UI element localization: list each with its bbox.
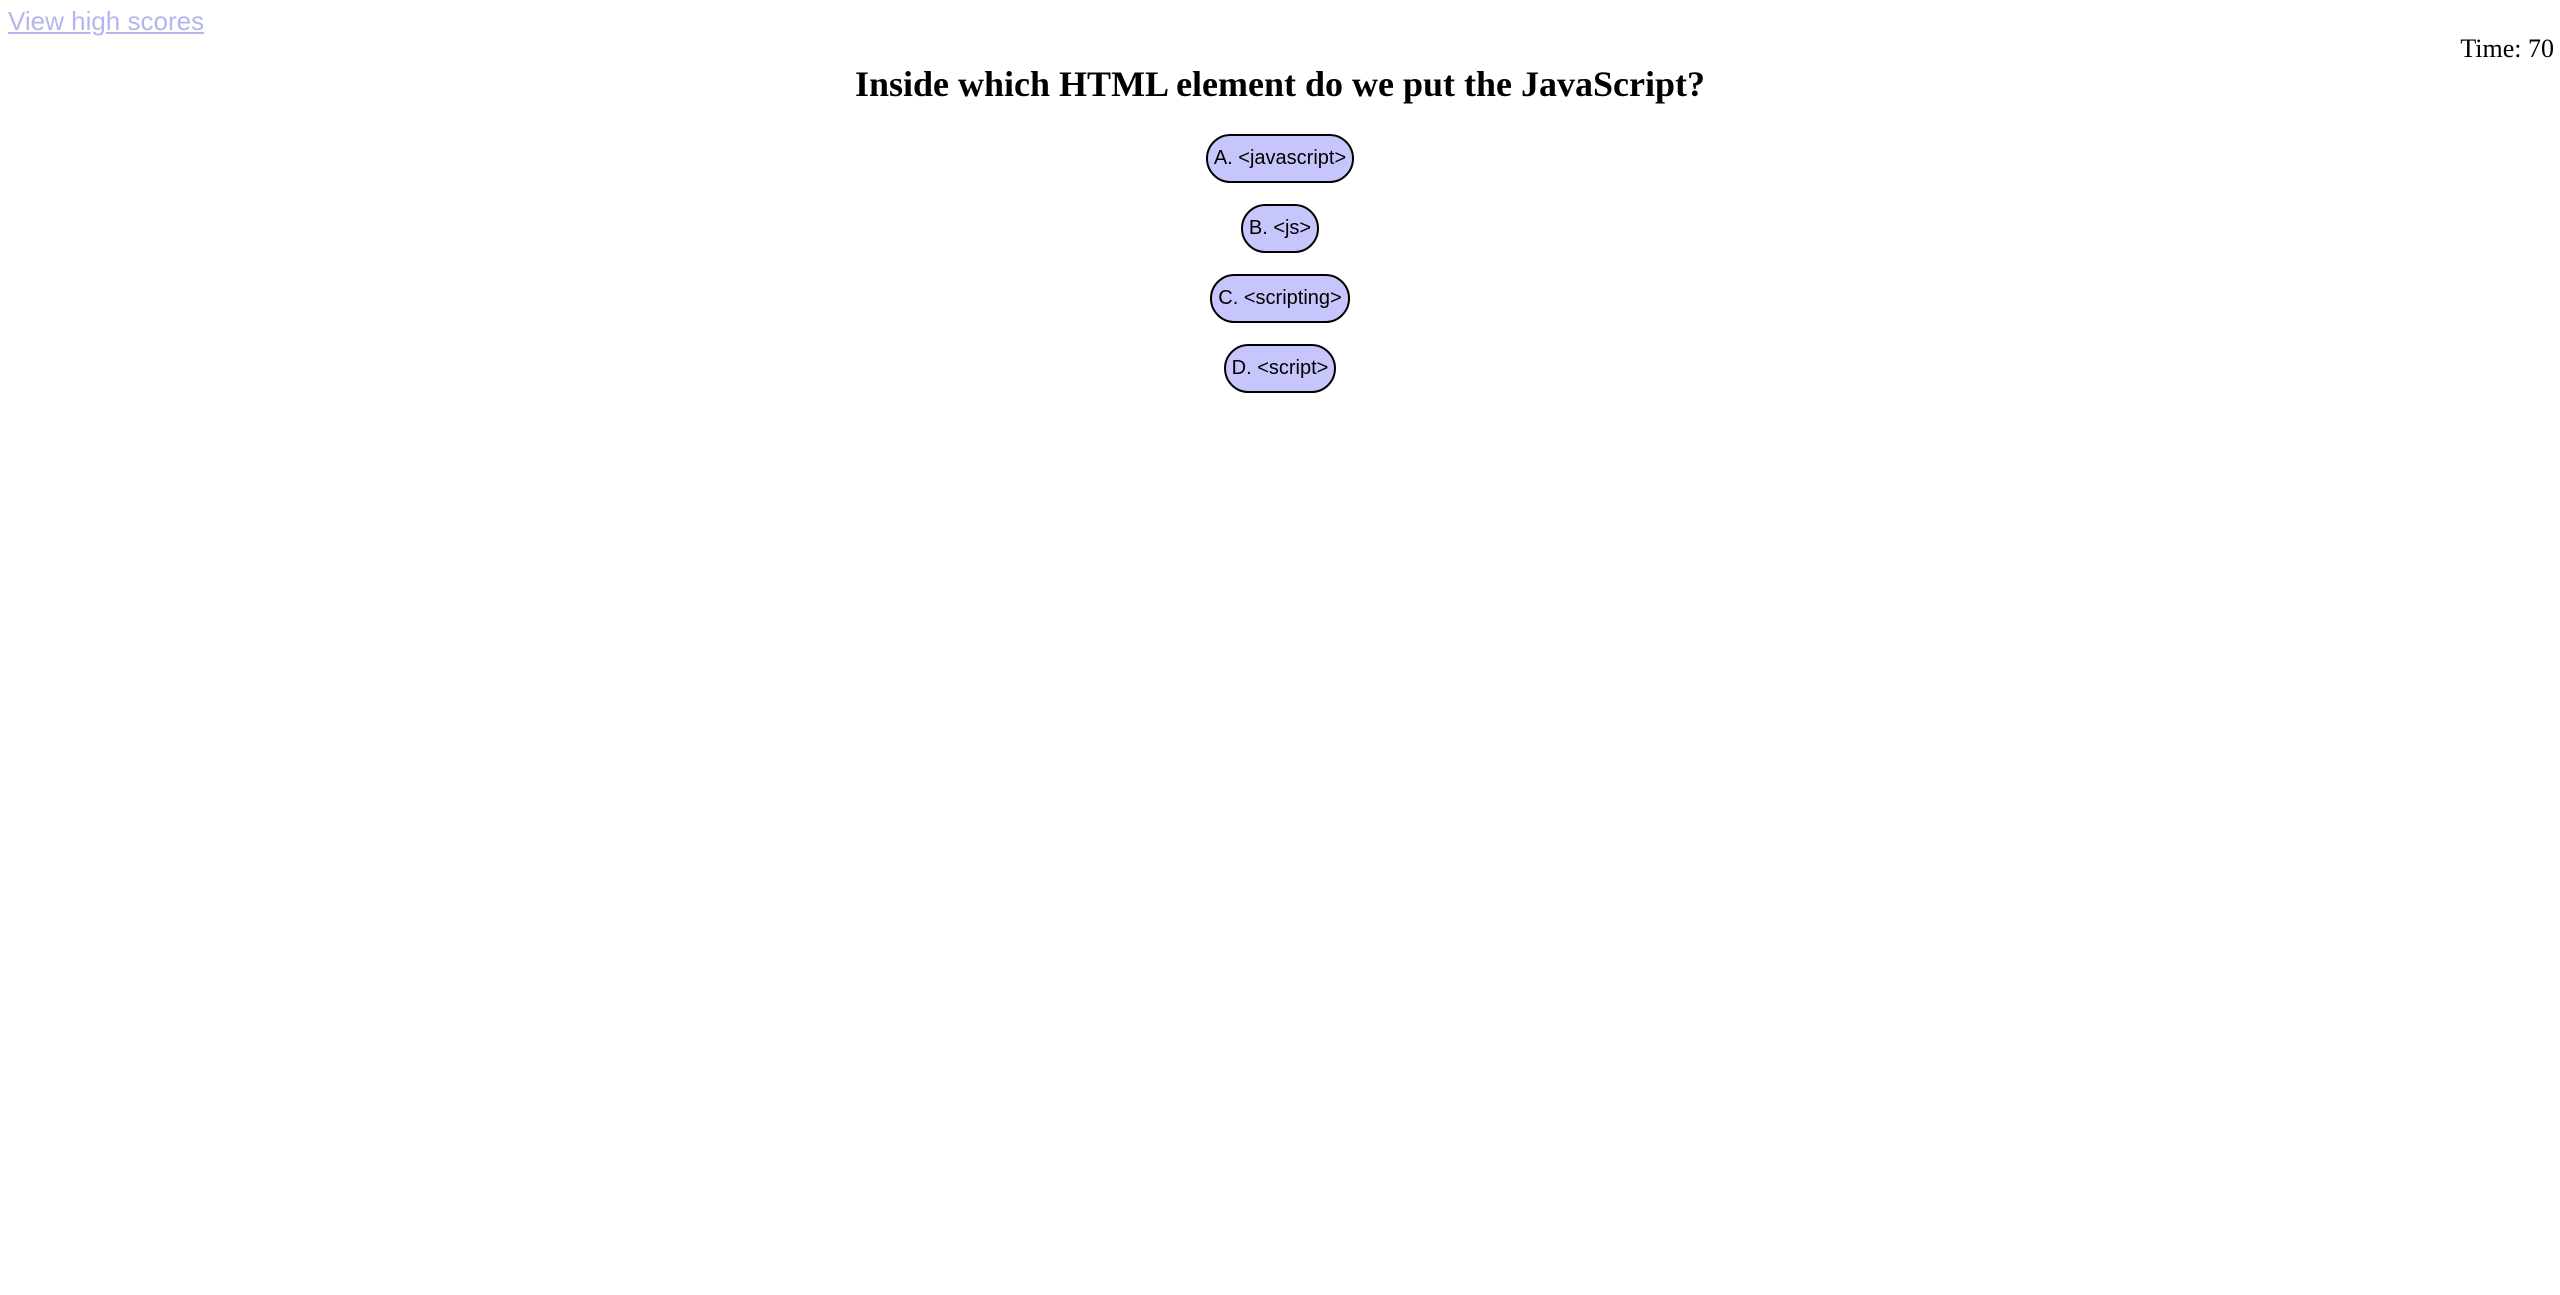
answer-button-d[interactable]: D. <script> [1223, 344, 1337, 393]
answer-button-b[interactable]: B. <js> [1240, 204, 1320, 253]
answer-list: A. <javascript> B. <js> C. <scripting> D… [0, 134, 2560, 414]
question-title: Inside which HTML element do we put the … [854, 64, 1706, 104]
view-high-scores-link[interactable]: View high scores [8, 4, 204, 38]
answer-button-c[interactable]: C. <scripting> [1210, 274, 1350, 323]
answer-button-a[interactable]: A. <javascript> [1205, 134, 1355, 183]
